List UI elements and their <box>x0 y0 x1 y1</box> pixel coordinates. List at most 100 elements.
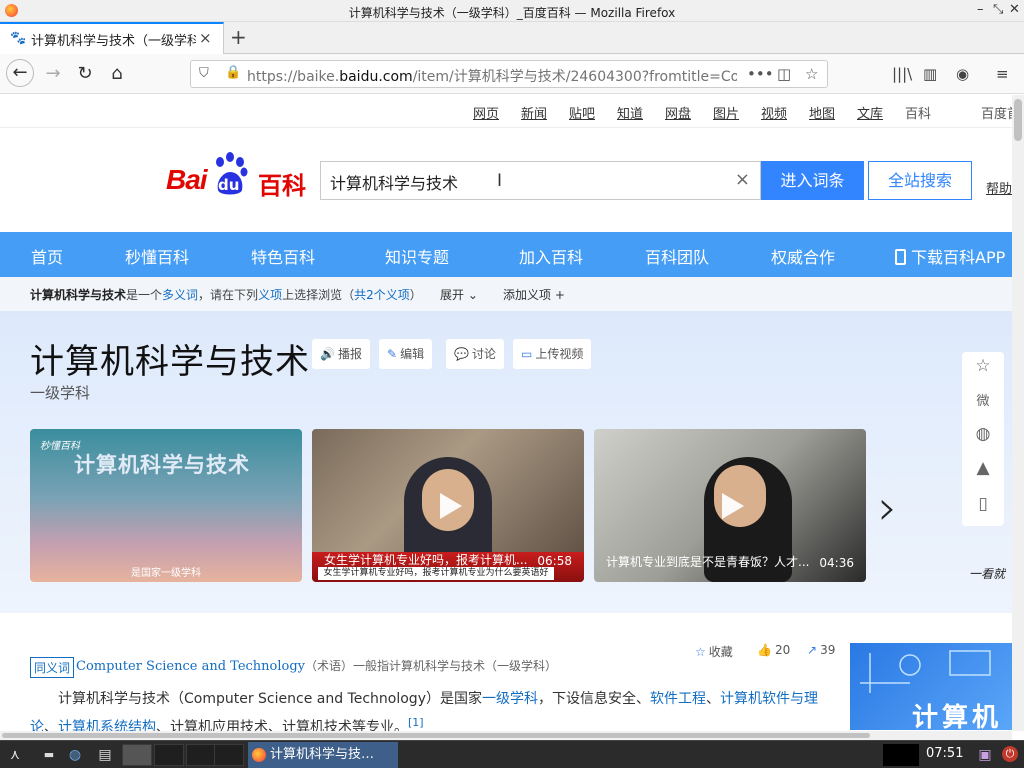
minimize-button[interactable]: – <box>977 2 984 17</box>
bookmark-star-icon[interactable]: ☆ <box>805 65 818 83</box>
start-menu-icon[interactable]: ⋏ <box>6 746 24 764</box>
site-search-button[interactable]: 全站搜索 <box>868 161 972 200</box>
polysemy-link[interactable]: 多义词 <box>162 288 198 302</box>
share-sidebar: ☆ 微 ◍ ▲ ▯ <box>962 352 1004 526</box>
link-software-engineering[interactable]: 软件工程 <box>650 691 706 707</box>
address-bar[interactable]: ⛉ 🔒 https://baike.baidu.com/item/计算机科学与技… <box>190 60 828 88</box>
link-web[interactable]: 网页 <box>473 103 499 122</box>
url-text[interactable]: https://baike.baidu.com/item/计算机科学与技术/24… <box>247 66 737 86</box>
clear-search-icon[interactable]: × <box>735 169 750 190</box>
navigation-toolbar: ← → ↻ ⌂ ⛉ 🔒 https://baike.baidu.com/item… <box>0 54 1024 94</box>
upload-video-button[interactable]: ▭ 上传视频 <box>513 339 592 369</box>
video-card-1[interactable]: 秒懂百科 计算机科学与技术 是国家一级学科 <box>30 429 302 582</box>
tab-baike[interactable]: 🐾 计算机科学与技术（一级学科 × <box>0 22 224 54</box>
link-zhidao[interactable]: 知道 <box>617 103 643 122</box>
broadcast-button[interactable]: 🔊 播报 <box>312 339 370 369</box>
workspace-4[interactable] <box>214 744 244 766</box>
reload-button[interactable]: ↻ <box>72 61 98 87</box>
link-video[interactable]: 视频 <box>761 103 787 122</box>
link-news[interactable]: 新闻 <box>521 103 547 122</box>
forward-button[interactable]: → <box>40 61 66 87</box>
discuss-button[interactable]: 💬 讨论 <box>446 339 504 369</box>
nav-join[interactable]: 加入百科 <box>519 244 583 268</box>
favorite-star-icon[interactable]: ☆ <box>973 356 993 376</box>
tracking-shield-icon[interactable]: ⛉ <box>199 66 209 81</box>
power-icon[interactable]: ⏻ <box>1002 746 1018 762</box>
help-link[interactable]: 帮助 <box>986 178 1012 197</box>
next-video-arrow-icon[interactable]: › <box>878 480 897 536</box>
workspace-1[interactable] <box>122 744 152 766</box>
nav-miaodong[interactable]: 秒懂百科 <box>125 244 189 268</box>
tab-title: 计算机科学与技术（一级学科 <box>31 34 196 49</box>
qq-icon[interactable]: ▲ <box>973 458 993 478</box>
library-icon[interactable]: |||\ <box>892 65 912 83</box>
wechat-icon[interactable]: ◍ <box>973 424 993 444</box>
synonym-link[interactable]: Computer Science and Technology <box>76 659 305 674</box>
side-banner-text: 一看就 <box>969 567 1006 581</box>
nav-featured[interactable]: 特色百科 <box>251 244 315 268</box>
search-query[interactable]: 计算机科学与技术 <box>330 170 458 194</box>
browser-launcher-icon[interactable]: ◍ <box>66 746 84 764</box>
link-images[interactable]: 图片 <box>713 103 739 122</box>
like-button[interactable]: 👍 20 <box>757 643 790 657</box>
search-input[interactable]: 计算机科学与技术 I × <box>320 161 761 200</box>
vertical-scrollbar[interactable] <box>1012 95 1024 731</box>
link-wenku[interactable]: 文库 <box>857 103 883 122</box>
share-button[interactable]: ↗ 39 <box>807 643 835 657</box>
link-map[interactable]: 地图 <box>809 103 835 122</box>
sidebar-icon[interactable]: ▥ <box>923 65 937 83</box>
play-icon[interactable] <box>440 492 462 519</box>
close-window-button[interactable]: ✕ <box>1009 2 1020 17</box>
enter-entry-button[interactable]: 进入词条 <box>761 161 864 200</box>
page-actions-icon[interactable]: ••• <box>747 65 774 83</box>
menu-icon[interactable]: ≡ <box>996 65 1009 83</box>
sense-count-link[interactable]: 共2个义项 <box>354 288 410 302</box>
summary-image-text: 计算机 <box>912 703 1003 730</box>
polysemy-bar: 计算机科学与技术是一个多义词，请在下列义项上选择浏览（共2个义项） 展开 ⌄ 添… <box>0 277 1012 311</box>
logo-du-text: du <box>218 176 240 194</box>
baidu-baike-logo[interactable]: Bai du 百科 <box>166 152 308 200</box>
nav-home[interactable]: 首页 <box>31 244 63 268</box>
home-button[interactable]: ⌂ <box>104 61 130 87</box>
vertical-scroll-thumb[interactable] <box>1014 99 1022 141</box>
window-titlebar: 计算机科学与技术（一级学科）_百度百科 — Mozilla Firefox – … <box>0 0 1024 22</box>
taskbar-firefox-window[interactable]: 计算机科学与技… <box>248 742 398 768</box>
workspace-3[interactable] <box>186 744 216 766</box>
nav-cooperation[interactable]: 权威合作 <box>771 244 835 268</box>
back-button[interactable]: ← <box>6 59 34 87</box>
nav-download-app-label: 下载百科APP <box>911 248 1006 267</box>
play-icon[interactable] <box>722 492 744 519</box>
mobile-icon[interactable]: ▯ <box>973 494 993 514</box>
tab-close-icon[interactable]: × <box>199 29 212 47</box>
horizontal-scroll-thumb[interactable] <box>2 733 870 738</box>
add-sense-button[interactable]: 添加义项 + <box>503 286 565 303</box>
desktop-icon[interactable]: ▬ <box>40 746 58 764</box>
account-icon[interactable]: ◉ <box>956 65 969 83</box>
video-card-3[interactable]: 计算机专业到底是不是青春饭？人才... 04:36 <box>594 429 866 582</box>
lock-icon[interactable]: 🔒 <box>225 65 241 80</box>
nav-download-app[interactable]: 下载百科APP <box>895 244 1005 268</box>
nav-team[interactable]: 百科团队 <box>645 244 709 268</box>
workspace-2[interactable] <box>154 744 184 766</box>
file-manager-icon[interactable]: ▤ <box>96 746 114 764</box>
weibo-icon[interactable]: 微 <box>973 390 993 409</box>
user-icon[interactable]: ▣ <box>976 746 994 764</box>
expand-senses-button[interactable]: 展开 ⌄ <box>440 286 478 303</box>
summary-image[interactable]: 计算机 <box>850 643 1012 730</box>
edit-button[interactable]: ✎ 编辑 <box>379 339 433 369</box>
horizontal-scrollbar[interactable] <box>0 731 1012 740</box>
restore-button[interactable]: ⤡ <box>993 2 1003 17</box>
nav-topics[interactable]: 知识专题 <box>385 244 449 268</box>
new-tab-button[interactable]: + <box>230 25 247 49</box>
pocket-icon[interactable]: ◫ <box>777 65 791 83</box>
collect-button[interactable]: ☆ 收藏 <box>695 643 733 660</box>
video-subtitle: 女生学计算机专业好吗，报考计算机专业为什么要英语好 <box>318 567 554 580</box>
link-tieba[interactable]: 贴吧 <box>569 103 595 122</box>
baidu-top-links: 网页 新闻 贴吧 知道 网盘 图片 视频 地图 文库 百科 百度首页 <box>0 95 1024 128</box>
share-icon: ↗ <box>807 643 818 657</box>
link-first-level-discipline[interactable]: 一级学科 <box>482 691 538 707</box>
video-card-2[interactable]: 女生学计算机专业好吗，报考计算机... 06:58 女生学计算机专业好吗，报考计… <box>312 429 584 582</box>
reference-link[interactable]: [1] <box>408 716 424 729</box>
link-pan[interactable]: 网盘 <box>665 103 691 122</box>
sense-link[interactable]: 义项 <box>258 288 282 302</box>
